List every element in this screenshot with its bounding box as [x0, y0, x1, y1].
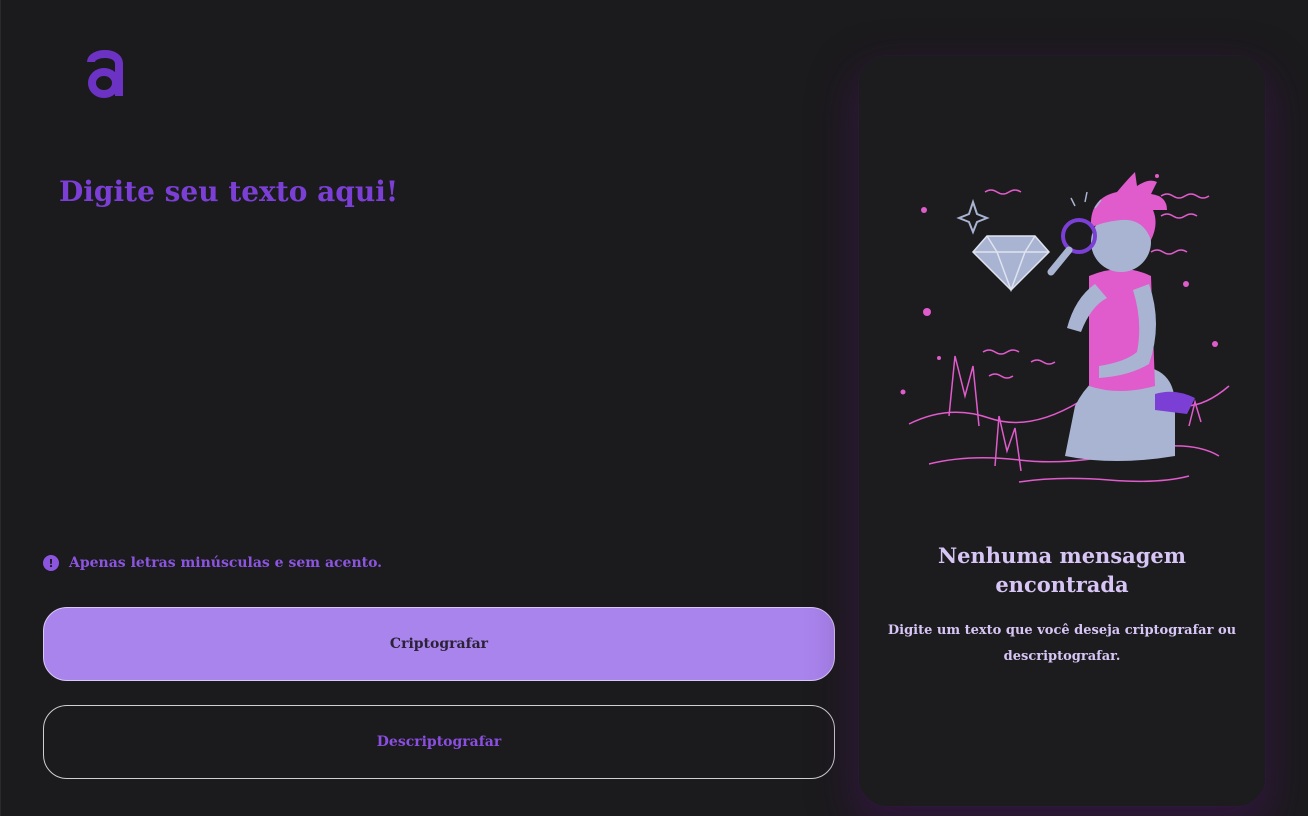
hint: ! Apenas letras minúsculas e sem acento.	[43, 555, 382, 571]
search-illustration	[900, 172, 1230, 483]
exclamation-icon: !	[43, 555, 59, 571]
encrypt-button[interactable]: Criptografar	[43, 607, 835, 681]
decrypt-button[interactable]: Descriptografar	[43, 705, 835, 779]
result-panel: Nenhuma mensagem encontrada Digite um te…	[859, 56, 1265, 806]
hint-text: Apenas letras minúsculas e sem acento.	[69, 555, 383, 571]
result-title: Nenhuma mensagem encontrada	[937, 543, 1187, 598]
logo	[87, 50, 123, 98]
page: ! Apenas letras minúsculas e sem acento.…	[0, 0, 1308, 816]
message-input[interactable]	[59, 170, 819, 534]
result-description: Digite um texto que você deseja criptogr…	[887, 623, 1237, 664]
